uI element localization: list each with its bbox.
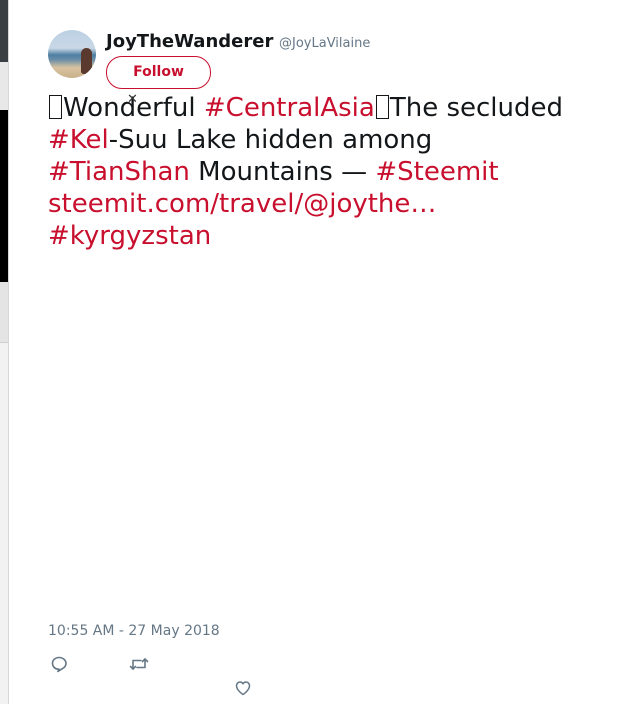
side-strip-light-panel bbox=[0, 62, 8, 110]
tweet-line-4: steemit.com/travel/@joythe… bbox=[48, 188, 630, 220]
retweet-icon-glyph bbox=[129, 658, 149, 670]
tweet-line-3: #TianShan Mountains — #Steemit bbox=[48, 156, 630, 188]
avatar-person-silhouette bbox=[81, 48, 92, 74]
avatar[interactable] bbox=[48, 30, 96, 78]
mouse-cursor-icon: ✕ bbox=[127, 92, 138, 107]
reply-icon[interactable] bbox=[49, 654, 69, 674]
hashtag-steemit[interactable]: #Steemit bbox=[375, 157, 498, 187]
author-name[interactable]: JoyTheWanderer bbox=[106, 31, 273, 53]
hashtag-tianshan[interactable]: #TianShan bbox=[48, 157, 190, 187]
reply-icon-glyph bbox=[51, 656, 67, 673]
emoji-placeholder-icon bbox=[375, 95, 389, 119]
retweet-icon[interactable] bbox=[129, 654, 149, 674]
tweet-line-5: #kyrgyzstan bbox=[48, 220, 630, 252]
hashtag-kyrgyzstan[interactable]: #kyrgyzstan bbox=[48, 221, 211, 251]
tweet-text-segment: -Suu Lake hidden among bbox=[108, 125, 433, 155]
side-strip-gray-panel bbox=[0, 282, 8, 343]
emoji-placeholder-icon bbox=[49, 95, 62, 119]
tweet-text-segment: The secluded bbox=[389, 93, 564, 123]
heart-icon-glyph bbox=[235, 681, 251, 696]
hashtag-centralasia[interactable]: #CentralAsia bbox=[204, 93, 375, 123]
hashtag-kel[interactable]: #Kel bbox=[48, 125, 109, 155]
browser-side-strip bbox=[0, 0, 9, 704]
tweet-text-segment: Mountains — bbox=[189, 157, 376, 187]
side-strip-black-panel bbox=[0, 110, 8, 282]
tweet-embed-page: JoyTheWanderer @JoyLaVilaine Follow Wond… bbox=[0, 0, 640, 704]
tweet-text: Wonderful #CentralAsia The secluded #Kel-… bbox=[48, 92, 630, 252]
author-handle[interactable]: @JoyLaVilaine bbox=[279, 35, 370, 53]
side-strip-dark-panel bbox=[0, 0, 8, 62]
tweet-line-2: #Kel-Suu Lake hidden among bbox=[48, 124, 630, 156]
steemit-link[interactable]: steemit.com/travel/@joythe… bbox=[48, 189, 436, 219]
follow-button[interactable]: Follow bbox=[106, 56, 211, 89]
tweet-timestamp[interactable]: 10:55 AM - 27 May 2018 bbox=[48, 622, 220, 640]
heart-icon[interactable] bbox=[233, 678, 253, 698]
